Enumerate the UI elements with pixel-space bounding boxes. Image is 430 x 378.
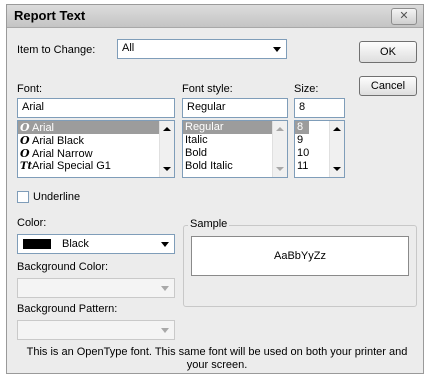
opentype-font-icon: O xyxy=(20,134,30,147)
scroll-down-icon[interactable] xyxy=(163,167,171,171)
font-style-list-scrollbar[interactable] xyxy=(272,121,287,177)
scroll-up-icon[interactable] xyxy=(276,127,284,131)
color-value: Black xyxy=(62,238,89,250)
font-list-scrollbar[interactable] xyxy=(159,121,174,177)
close-icon: ✕ xyxy=(399,10,409,22)
font-info-line-1: This is an OpenType font. This same font… xyxy=(26,346,408,358)
truetype-font-icon: Tt xyxy=(20,161,33,172)
font-info-note: This is an OpenType font. This same font… xyxy=(11,346,423,372)
size-list-scrollbar[interactable] xyxy=(329,121,344,177)
underline-label: Underline xyxy=(33,191,81,203)
scroll-down-icon[interactable] xyxy=(276,167,284,171)
ok-button[interactable]: OK xyxy=(359,41,417,63)
cancel-button[interactable]: Cancel xyxy=(359,76,417,96)
underline-checkbox[interactable] xyxy=(17,191,29,203)
scroll-down-icon[interactable] xyxy=(333,167,341,171)
font-list-item[interactable]: O Arial xyxy=(18,121,174,134)
opentype-font-icon: O xyxy=(20,121,30,134)
item-to-change-select[interactable]: All xyxy=(117,39,287,59)
chevron-down-icon xyxy=(273,47,281,52)
dialog-title: Report Text xyxy=(14,8,86,23)
sample-label: Sample xyxy=(188,218,230,230)
font-style-input[interactable]: Regular xyxy=(182,98,288,118)
scroll-up-icon[interactable] xyxy=(333,127,341,131)
size-label: Size: xyxy=(294,83,319,95)
background-pattern-label: Background Pattern: xyxy=(17,303,118,315)
chevron-down-icon xyxy=(161,242,169,247)
font-style-value: Regular xyxy=(187,101,226,113)
font-list-item[interactable]: O Arial Narrow xyxy=(18,147,174,160)
background-color-select[interactable] xyxy=(17,278,175,298)
font-label: Font: xyxy=(17,83,43,95)
chevron-down-icon xyxy=(161,328,169,333)
item-to-change-label: Item to Change: xyxy=(17,44,96,56)
size-list[interactable]: 8 9 10 11 xyxy=(294,120,345,178)
size-input[interactable]: 8 xyxy=(294,98,345,118)
font-style-label: Font style: xyxy=(182,83,233,95)
font-input[interactable]: Arial xyxy=(17,98,175,118)
scroll-up-icon[interactable] xyxy=(163,127,171,131)
title-bar: Report Text ✕ xyxy=(7,5,423,28)
background-color-label: Background Color: xyxy=(17,261,109,273)
close-button[interactable]: ✕ xyxy=(391,8,417,25)
font-value: Arial xyxy=(22,101,45,113)
font-list[interactable]: O Arial O Arial Black O Arial Narrow TtAria… xyxy=(17,120,175,178)
chevron-down-icon xyxy=(161,286,169,291)
color-swatch xyxy=(23,239,51,249)
size-list-item[interactable]: 8 xyxy=(295,121,309,134)
color-label: Color: xyxy=(17,217,47,229)
size-value: 8 xyxy=(299,101,306,113)
font-info-line-2: your screen. xyxy=(186,359,248,371)
opentype-font-icon: O xyxy=(20,147,30,160)
color-select[interactable]: Black xyxy=(17,234,175,254)
item-to-change-value: All xyxy=(122,42,135,54)
background-pattern-select[interactable] xyxy=(17,320,175,340)
sample-preview: AaBbYyZz xyxy=(191,236,409,276)
font-list-item[interactable]: TtArial Special G1 xyxy=(18,160,174,173)
report-text-dialog: Report Text ✕ Item to Change: All OK Can… xyxy=(6,4,424,374)
font-list-item[interactable]: O Arial Black xyxy=(18,134,174,147)
font-style-list[interactable]: Regular Italic Bold Bold Italic xyxy=(182,120,288,178)
